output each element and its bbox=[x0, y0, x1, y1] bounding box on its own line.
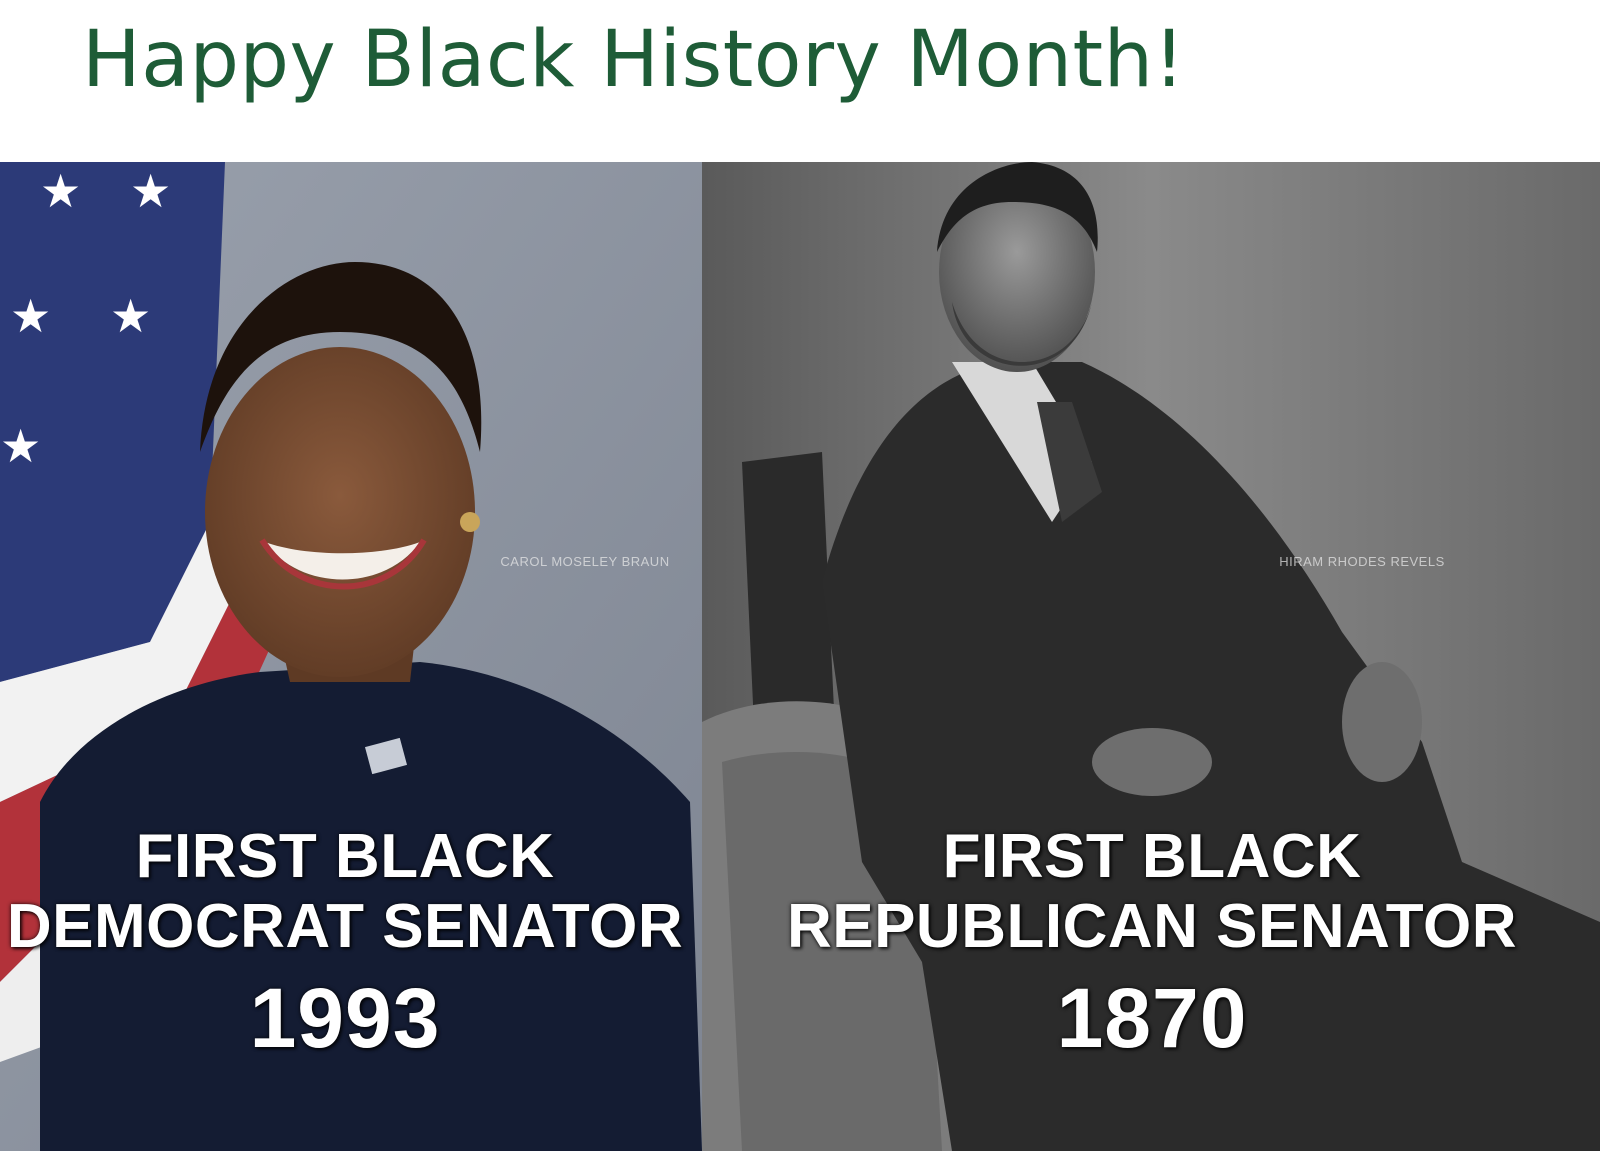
svg-text:★: ★ bbox=[40, 164, 81, 218]
left-caption-line2: DEMOCRAT SENATOR bbox=[6, 892, 684, 961]
svg-text:★: ★ bbox=[10, 289, 51, 343]
left-name-watermark: CAROL MOSELEY BRAUN bbox=[500, 554, 670, 569]
face-shape bbox=[205, 347, 475, 677]
left-portrait-panel: ★ ★ ★ ★ ★ CAROL MOSELEY BRAUN FIRST BLAC… bbox=[0, 162, 702, 1151]
left-caption-line1: FIRST BLACK bbox=[135, 822, 555, 891]
svg-text:★: ★ bbox=[130, 164, 171, 218]
left-caption: FIRST BLACK DEMOCRAT SENATOR 1993 bbox=[0, 822, 700, 1068]
right-caption-year: 1870 bbox=[1056, 971, 1248, 1065]
right-caption-line2: REPUBLICAN SENATOR bbox=[786, 892, 1518, 961]
right-caption-line1: FIRST BLACK bbox=[942, 822, 1362, 891]
post-headline: Happy Black History Month! bbox=[82, 15, 1186, 105]
right-name-watermark: HIRAM RHODES REVELS bbox=[1279, 554, 1445, 569]
right-caption: FIRST BLACK REPUBLICAN SENATOR 1870 bbox=[762, 822, 1542, 1068]
left-caption-year: 1993 bbox=[249, 971, 441, 1065]
comparison-image: ★ ★ ★ ★ ★ CAROL MOSELEY BRAUN FIRST BLAC… bbox=[0, 162, 1600, 1151]
svg-text:★: ★ bbox=[0, 419, 41, 473]
svg-text:★: ★ bbox=[110, 289, 151, 343]
meme-post: Happy Black History Month! ★ ★ ★ ★ ★ CAR… bbox=[0, 0, 1600, 1151]
right-portrait-panel: HIRAM RHODES REVELS FIRST BLACK REPUBLIC… bbox=[702, 162, 1600, 1151]
